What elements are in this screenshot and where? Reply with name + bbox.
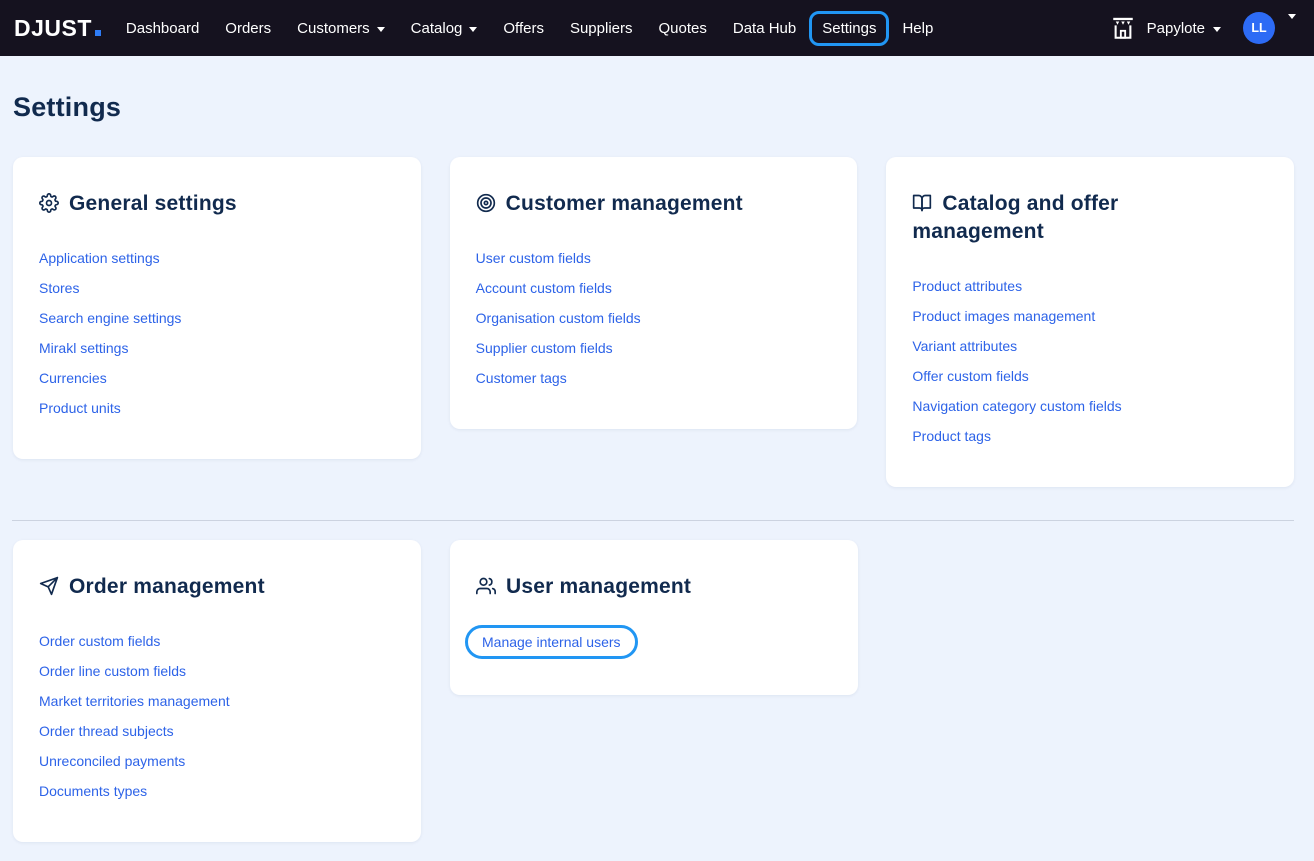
nav-item-suppliers[interactable]: Suppliers xyxy=(557,11,646,46)
card-title: User management xyxy=(476,573,832,601)
settings-page: Settings General settings Application se… xyxy=(0,92,1314,842)
users-icon xyxy=(476,577,496,595)
djust-logo[interactable]: DJUST xyxy=(14,15,101,42)
nav-item-orders[interactable]: Orders xyxy=(212,11,284,46)
card-link[interactable]: Product attributes xyxy=(912,279,1022,293)
card-title-text: Order management xyxy=(69,575,265,598)
card-title-text: Customer management xyxy=(505,192,743,215)
nav-item-dashboard[interactable]: Dashboard xyxy=(113,11,212,46)
nav-item-settings[interactable]: Settings xyxy=(809,10,890,46)
storefront-icon[interactable] xyxy=(1110,15,1136,41)
store-name: Papylote xyxy=(1146,19,1205,37)
top-navbar: DJUST Dashboard Orders Customers Catalog… xyxy=(0,0,1314,56)
card-link[interactable]: Search engine settings xyxy=(39,311,181,325)
card-link[interactable]: Order line custom fields xyxy=(39,664,186,678)
target-icon xyxy=(476,193,495,213)
card-title: Order management xyxy=(39,573,395,601)
navbar-right: Papylote LL xyxy=(1110,12,1296,44)
card-link[interactable]: Application settings xyxy=(39,251,160,265)
card-links: Order custom fields Order line custom fi… xyxy=(39,634,395,798)
nav-item-data-hub[interactable]: Data Hub xyxy=(720,11,809,46)
nav-item-label: Customers xyxy=(297,19,370,37)
card-order-management: Order management Order custom fields Ord… xyxy=(13,540,421,842)
card-links: User custom fields Account custom fields… xyxy=(476,251,832,385)
card-link[interactable]: Organisation custom fields xyxy=(476,311,641,325)
card-user-management: User management Manage internal users xyxy=(450,540,858,695)
chevron-down-icon xyxy=(469,26,478,32)
card-link[interactable]: Product units xyxy=(39,401,121,415)
manage-internal-users-link[interactable]: Manage internal users xyxy=(465,625,638,659)
main-nav: Dashboard Orders Customers Catalog Offer… xyxy=(113,10,946,46)
card-title-text: Catalog and offer management xyxy=(912,192,1119,243)
card-catalog-offer-management: Catalog and offer management Product att… xyxy=(886,157,1295,487)
card-links: Application settings Stores Search engin… xyxy=(39,251,395,415)
card-link[interactable]: Supplier custom fields xyxy=(476,341,613,355)
nav-item-help[interactable]: Help xyxy=(889,11,946,46)
cards-row-2: Order management Order custom fields Ord… xyxy=(13,540,1294,842)
card-link[interactable]: Stores xyxy=(39,281,79,295)
nav-item-catalog[interactable]: Catalog xyxy=(398,11,491,46)
page-title: Settings xyxy=(13,92,122,122)
send-icon xyxy=(39,576,59,596)
card-link[interactable]: Currencies xyxy=(39,371,107,385)
nav-item-label: Catalog xyxy=(410,19,463,37)
card-link[interactable]: Mirakl settings xyxy=(39,341,128,355)
card-general-settings: General settings Application settings St… xyxy=(13,157,421,459)
cards-row-1: General settings Application settings St… xyxy=(13,157,1295,487)
store-switcher[interactable]: Papylote xyxy=(1147,20,1221,37)
nav-item-customers[interactable]: Customers xyxy=(284,11,398,46)
gear-icon xyxy=(39,193,60,213)
book-open-icon xyxy=(913,194,932,212)
card-title: Customer management xyxy=(476,190,832,218)
chevron-down-icon xyxy=(1213,26,1221,32)
card-customer-management: Customer management User custom fields A… xyxy=(449,157,858,429)
card-link[interactable]: Market territories management xyxy=(39,694,230,708)
card-links: Product attributes Product images manage… xyxy=(912,279,1268,443)
card-title: Catalog and offer management xyxy=(912,190,1184,246)
card-link[interactable]: Product tags xyxy=(912,429,991,443)
card-link[interactable]: Product images management xyxy=(912,309,1095,323)
card-link[interactable]: Unreconciled payments xyxy=(39,754,185,768)
card-title: General settings xyxy=(39,190,395,218)
logo-dot xyxy=(94,29,101,36)
card-link[interactable]: User custom fields xyxy=(476,251,591,265)
card-link[interactable]: Customer tags xyxy=(476,371,567,385)
card-title-text: General settings xyxy=(69,192,237,215)
nav-item-quotes[interactable]: Quotes xyxy=(646,11,720,46)
card-links: Manage internal users xyxy=(465,625,832,659)
nav-item-offers[interactable]: Offers xyxy=(490,11,557,46)
card-link[interactable]: Order custom fields xyxy=(39,634,160,648)
card-link[interactable]: Variant attributes xyxy=(912,339,1017,353)
logo-text: DJUST xyxy=(14,14,92,41)
card-link[interactable]: Account custom fields xyxy=(476,281,612,295)
avatar-menu-toggle[interactable] xyxy=(1288,14,1296,37)
chevron-down-icon xyxy=(376,26,385,32)
chevron-down-icon xyxy=(1288,14,1296,36)
card-link[interactable]: Navigation category custom fields xyxy=(912,399,1121,413)
card-title-text: User management xyxy=(506,575,692,598)
section-divider xyxy=(12,520,1294,521)
card-link[interactable]: Documents types xyxy=(39,784,147,798)
card-link[interactable]: Order thread subjects xyxy=(39,724,174,738)
card-link[interactable]: Offer custom fields xyxy=(912,369,1028,383)
avatar[interactable]: LL xyxy=(1243,12,1275,44)
